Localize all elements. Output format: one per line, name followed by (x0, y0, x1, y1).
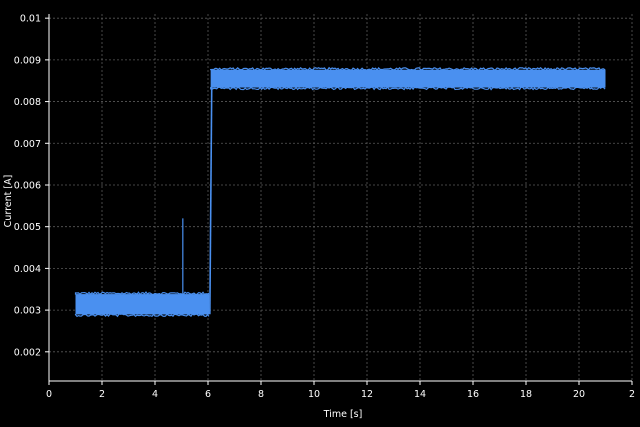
x-tick-label: 0 (46, 389, 52, 400)
y-tick-label: 0.004 (14, 264, 41, 275)
x-axis-ticks: 0 2 4 6 8 10 12 14 16 18 20 2 (46, 381, 635, 400)
y-axis-ticks: 0.002 0.003 0.004 0.005 0.006 0.007 0.008 0.009… (14, 14, 49, 358)
x-tick-label: 14 (414, 389, 426, 400)
x-tick-label: 20 (573, 389, 585, 400)
x-tick-label: 16 (467, 389, 479, 400)
y-tick-label: 0.008 (14, 97, 41, 108)
y-tick-label: 0.007 (14, 139, 41, 150)
y-tick-label: 0.01 (20, 14, 41, 25)
x-tick-label: 6 (205, 389, 211, 400)
signal-band (210, 69, 606, 88)
x-tick-label: 8 (258, 389, 264, 400)
x-tick-label: 2 (99, 389, 105, 400)
y-tick-label: 0.006 (14, 180, 41, 191)
y-tick-label: 0.002 (14, 347, 41, 358)
signal-band (75, 294, 210, 315)
signal-step-edge (209, 72, 213, 315)
x-tick-label: 4 (152, 389, 158, 400)
y-tick-label: 0.003 (14, 306, 41, 317)
current-vs-time-chart: 0 2 4 6 8 10 12 14 16 18 20 2 0.0020.0030.0040.0050… (3, 14, 635, 420)
x-tick-label: 10 (308, 389, 320, 400)
y-tick-label: 0.009 (14, 55, 41, 66)
x-tick-label: 12 (361, 389, 373, 400)
y-axis-title: Current [A] (3, 175, 14, 228)
x-tick-label: 18 (520, 389, 532, 400)
y-tick-label: 0.005 (14, 222, 41, 233)
x-axis-title: Time [s] (323, 409, 363, 420)
x-tick-label: 2 (629, 389, 635, 400)
